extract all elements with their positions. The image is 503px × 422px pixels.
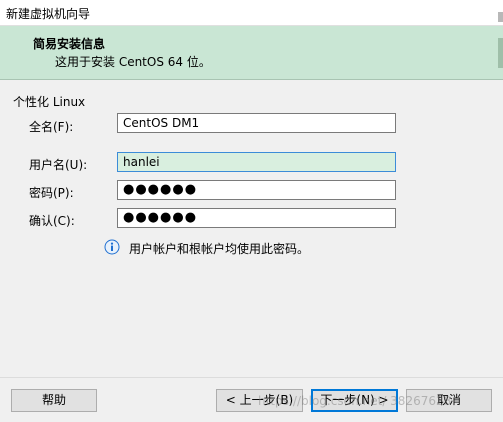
- wizard-header: 简易安装信息 这用于安装 CentOS 64 位。: [0, 26, 503, 80]
- help-button[interactable]: 帮助: [11, 389, 97, 412]
- username-field[interactable]: hanlei: [117, 152, 396, 172]
- title-bar: 新建虚拟机向导: [0, 0, 503, 26]
- back-button[interactable]: < 上一步(B): [216, 389, 303, 412]
- fullname-field[interactable]: CentOS DM1: [117, 113, 396, 133]
- wizard-window: 新建虚拟机向导 简易安装信息 这用于安装 CentOS 64 位。 个性化 Li…: [0, 0, 503, 422]
- password-info-text: 用户帐户和根帐户均使用此密码。: [129, 242, 310, 256]
- window-title: 新建虚拟机向导: [6, 7, 91, 21]
- fullname-label: 全名(F):: [29, 120, 74, 134]
- page-title: 简易安装信息: [33, 37, 106, 51]
- password-field[interactable]: ●●●●●●: [117, 180, 396, 200]
- group-label-personalize: 个性化 Linux: [13, 95, 86, 109]
- confirm-password-field[interactable]: ●●●●●●: [117, 208, 396, 228]
- confirm-password-label: 确认(C):: [29, 214, 75, 228]
- window-edge-control: [498, 12, 503, 22]
- password-label: 密码(P):: [29, 186, 74, 200]
- next-button[interactable]: 下一步(N) >: [311, 389, 398, 412]
- footer-divider: [0, 377, 503, 378]
- page-subtitle: 这用于安装 CentOS 64 位。: [55, 55, 211, 69]
- username-label: 用户名(U):: [29, 158, 88, 172]
- info-icon: [104, 239, 120, 255]
- cancel-button[interactable]: 取消: [406, 389, 492, 412]
- header-edge-mark: [498, 38, 503, 68]
